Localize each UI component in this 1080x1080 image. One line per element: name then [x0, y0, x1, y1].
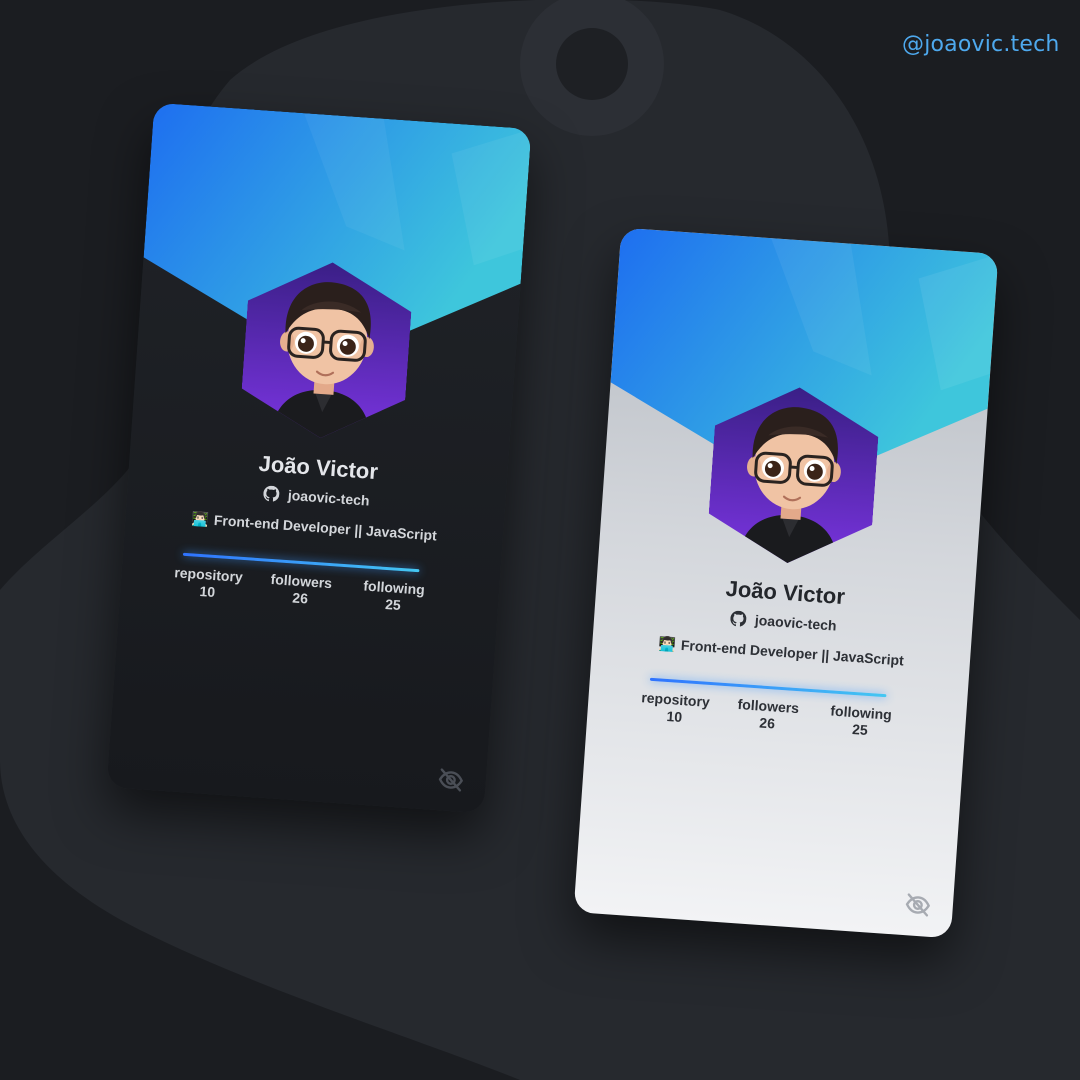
profile-bio: 👨🏻‍💻 Front-end Developer || JavaScript	[656, 635, 907, 670]
stat-repository[interactable]: repository 10	[631, 689, 719, 729]
stats-row: repository 10 followers 26 following 25	[631, 689, 905, 742]
login-text: joaovic-tech	[287, 486, 371, 509]
technologist-emoji: 👨🏻‍💻	[657, 636, 677, 654]
profile-card-light: João Victor joaovic-tech 👨🏻‍💻 Front-end D…	[573, 227, 999, 939]
bio-text: Front-end Developer || JavaScript	[213, 511, 438, 544]
profile-bio: 👨🏻‍💻 Front-end Developer || JavaScript	[189, 510, 440, 545]
stat-followers[interactable]: followers 26	[724, 695, 812, 735]
stats-row: repository 10 followers 26 following 25	[164, 564, 438, 617]
stat-followers[interactable]: followers 26	[257, 570, 345, 610]
stat-repository[interactable]: repository 10	[164, 564, 252, 604]
profile-card-dark: João Victor joaovic-tech 👨🏻‍💻 Front-end D…	[106, 102, 532, 814]
author-handle: @joaovic.tech	[902, 32, 1060, 57]
eye-off-icon[interactable]	[437, 766, 465, 794]
github-icon	[730, 610, 747, 627]
bio-text: Front-end Developer || JavaScript	[680, 636, 905, 669]
stat-following[interactable]: following 25	[349, 577, 437, 617]
login-text: joaovic-tech	[754, 611, 838, 634]
stat-following[interactable]: following 25	[816, 702, 904, 742]
technologist-emoji: 👨🏻‍💻	[190, 511, 210, 529]
github-icon	[263, 485, 280, 502]
eye-off-icon[interactable]	[904, 891, 932, 919]
